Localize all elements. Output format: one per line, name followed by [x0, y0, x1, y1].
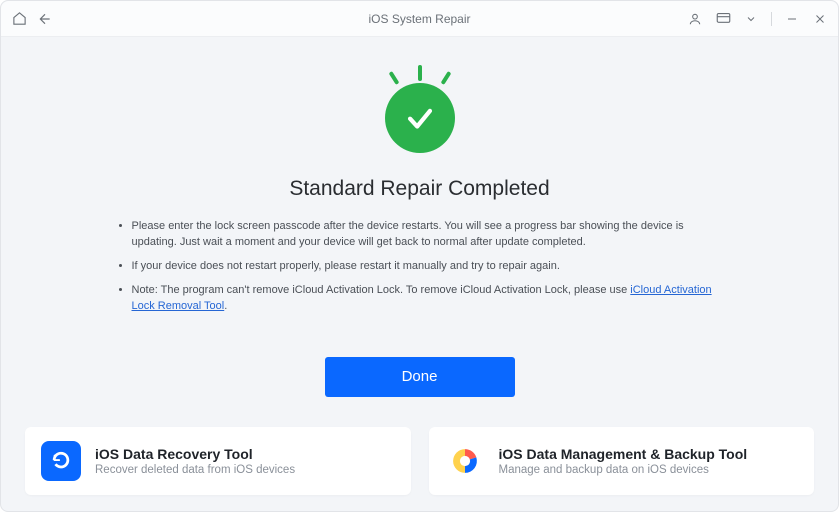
feedback-icon[interactable] [715, 11, 731, 27]
instruction-list: Please enter the lock screen passcode af… [110, 219, 730, 323]
promo-cards: iOS Data Recovery Tool Recover deleted d… [1, 427, 838, 495]
note-suffix: . [224, 300, 227, 312]
chevron-down-icon[interactable] [743, 11, 759, 27]
instruction-note: Note: The program can't remove iCloud Ac… [132, 283, 730, 315]
instruction-item: If your device does not restart properly… [132, 259, 730, 275]
card-title: iOS Data Management & Backup Tool [499, 446, 748, 462]
card-data-recovery[interactable]: iOS Data Recovery Tool Recover deleted d… [25, 427, 411, 495]
back-icon[interactable] [37, 11, 53, 27]
card-data-backup[interactable]: iOS Data Management & Backup Tool Manage… [429, 427, 815, 495]
success-check-icon [375, 73, 465, 163]
card-subtitle: Manage and backup data on iOS devices [499, 464, 748, 476]
note-text: Note: The program can't remove iCloud Ac… [132, 284, 631, 296]
done-button[interactable]: Done [325, 357, 515, 397]
titlebar-divider [771, 12, 772, 26]
window-title: iOS System Repair [191, 12, 648, 26]
card-title: iOS Data Recovery Tool [95, 446, 295, 462]
minimize-icon[interactable] [784, 11, 800, 27]
home-icon[interactable] [11, 11, 27, 27]
app-window: iOS System Repair [0, 0, 839, 512]
titlebar: iOS System Repair [1, 1, 838, 37]
data-backup-icon [445, 441, 485, 481]
card-subtitle: Recover deleted data from iOS devices [95, 464, 295, 476]
instruction-item: Please enter the lock screen passcode af… [132, 219, 730, 251]
close-icon[interactable] [812, 11, 828, 27]
user-icon[interactable] [687, 11, 703, 27]
result-headline: Standard Repair Completed [289, 177, 549, 201]
data-recovery-icon [41, 441, 81, 481]
